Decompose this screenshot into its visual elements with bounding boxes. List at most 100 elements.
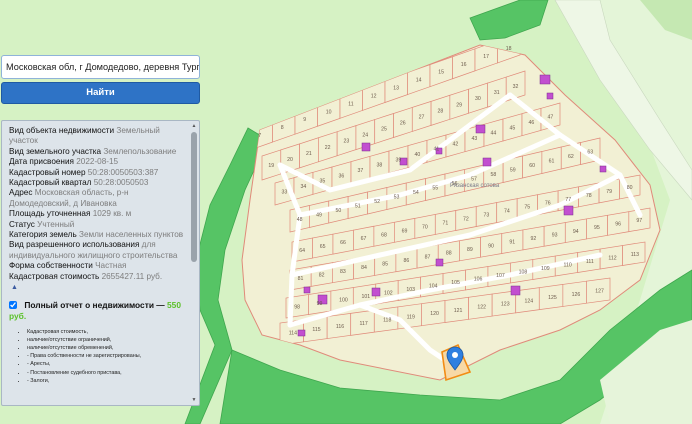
plot-number: 48 xyxy=(297,217,303,223)
area-label: Рязанская сотова xyxy=(450,183,500,189)
plot-number: 107 xyxy=(496,273,505,279)
plot-number: 77 xyxy=(565,197,571,203)
report-checkbox[interactable] xyxy=(9,300,17,309)
plot-number: 45 xyxy=(510,125,516,131)
plot-number: 8 xyxy=(281,125,284,131)
info-label: Кадастровый квартал xyxy=(9,178,92,188)
plot-number: 23 xyxy=(344,139,350,145)
plot-number: 22 xyxy=(325,145,331,151)
plot-number: 55 xyxy=(432,185,438,191)
info-label: Дата присвоения xyxy=(9,157,74,167)
info-row: Адрес Московская область, р-н Домодедовс… xyxy=(9,188,187,209)
plot-number: 44 xyxy=(491,131,497,137)
plot-number: 67 xyxy=(361,236,367,242)
plot-number: 53 xyxy=(394,194,400,200)
plot-number: 49 xyxy=(316,212,322,218)
plot-number: 71 xyxy=(443,220,449,226)
plot-number: 79 xyxy=(606,189,612,195)
plot-number: 68 xyxy=(381,232,387,238)
plot-number: 36 xyxy=(339,173,345,179)
building xyxy=(539,74,551,85)
plot-number: 106 xyxy=(474,276,483,282)
info-panel: Вид объекта недвижимости Земельный участ… xyxy=(1,120,200,406)
plot-number: 27 xyxy=(419,114,425,120)
report-section: Полный отчет о недвижимости — 550 руб. xyxy=(9,300,187,322)
plot-number: 57 xyxy=(471,176,477,182)
report-item: Кадастровая стоимость, xyxy=(27,328,187,336)
building xyxy=(546,92,554,100)
info-row: Форма собственности Частная xyxy=(9,261,187,271)
plot-number: 98 xyxy=(294,304,300,310)
scroll-up-arrow-icon[interactable]: ▲ xyxy=(190,123,198,130)
plot-number: 61 xyxy=(549,158,555,164)
plot-number: 104 xyxy=(429,283,438,289)
plot-number: 102 xyxy=(384,290,393,296)
plot-number: 78 xyxy=(586,193,592,199)
plot-number: 100 xyxy=(339,297,348,303)
info-label: Форма собственности xyxy=(9,261,93,271)
info-row: Дата присвоения 2022-08-15 xyxy=(9,157,187,167)
plot-number: 12 xyxy=(371,93,377,99)
plot-number: 17 xyxy=(483,54,489,60)
plot-number: 59 xyxy=(510,167,516,173)
plot-number: 28 xyxy=(437,108,443,114)
plot-number: 105 xyxy=(451,280,460,286)
building xyxy=(303,286,311,294)
building xyxy=(599,165,607,173)
plot-number: 39 xyxy=(396,157,402,163)
plot-number: 65 xyxy=(320,244,326,250)
building xyxy=(371,287,381,297)
plot-number: 31 xyxy=(494,90,500,96)
plot-number: 74 xyxy=(504,209,510,215)
report-title: Полный отчет о недвижимости — xyxy=(24,299,165,310)
plot-number: 62 xyxy=(568,154,574,160)
plot-number: 103 xyxy=(406,287,415,293)
info-label: Кадастровая стоимость xyxy=(9,271,100,281)
plot-number: 40 xyxy=(415,152,421,158)
plot-number: 64 xyxy=(299,248,305,254)
plot-number: 15 xyxy=(438,70,444,76)
collapse-arrow-icon[interactable]: ▲ xyxy=(11,283,187,293)
plot-number: 110 xyxy=(563,262,571,268)
plot-number: 111 xyxy=(586,259,594,265)
info-content: Вид объекта недвижимости Земельный участ… xyxy=(2,121,199,385)
plot-number: 60 xyxy=(529,163,535,169)
plot-number: 16 xyxy=(461,62,467,68)
plot-number: 70 xyxy=(422,224,428,230)
info-value: Землепользование xyxy=(103,146,177,156)
plot-number: 25 xyxy=(381,127,387,133)
plot-number: 10 xyxy=(326,109,332,115)
plot-number: 93 xyxy=(552,232,558,238)
scroll-thumb[interactable] xyxy=(191,132,197,262)
plot-number: 112 xyxy=(608,255,616,261)
info-value: 1029 кв. м xyxy=(92,209,132,219)
info-row: Кадастровая стоимость 2655427.11 руб. xyxy=(9,272,187,282)
plot-number: 124 xyxy=(525,298,534,304)
report-item: наличие/отсутствие обременений, xyxy=(27,344,187,352)
info-value: 2022-08-15 xyxy=(76,157,119,167)
info-value: Земли населенных пунктов xyxy=(79,230,184,240)
info-row: Кадастровый номер 50:28:0050503:387 xyxy=(9,168,187,178)
info-row: Статус Учтенный xyxy=(9,220,187,230)
plot-number: 11 xyxy=(348,101,353,107)
search-input[interactable]: Московская обл, г Домодедово, деревня Ту… xyxy=(1,55,200,79)
scroll-down-arrow-icon[interactable]: ▼ xyxy=(190,397,198,404)
find-button[interactable]: Найти xyxy=(1,82,200,104)
plot-number: 29 xyxy=(456,102,462,108)
info-row: Вид разрешенного использования для индив… xyxy=(9,240,187,261)
plot-number: 94 xyxy=(573,229,579,235)
plot-number: 34 xyxy=(301,184,307,190)
plot-number: 87 xyxy=(425,254,431,260)
building xyxy=(475,124,486,134)
plot-number: 24 xyxy=(362,133,368,139)
plot-number: 73 xyxy=(483,213,489,219)
plot-number: 69 xyxy=(402,228,408,234)
report-item: - Постановление судебного пристава, xyxy=(27,369,187,377)
plot-number: 32 xyxy=(513,84,519,90)
info-scrollbar[interactable]: ▲ ▼ xyxy=(190,123,198,404)
plot-number: 125 xyxy=(548,295,557,301)
plot-number: 13 xyxy=(393,86,399,92)
plot-number: 19 xyxy=(268,163,274,169)
plot-number: 58 xyxy=(490,172,496,178)
info-label: Вид объекта недвижимости xyxy=(9,126,115,135)
